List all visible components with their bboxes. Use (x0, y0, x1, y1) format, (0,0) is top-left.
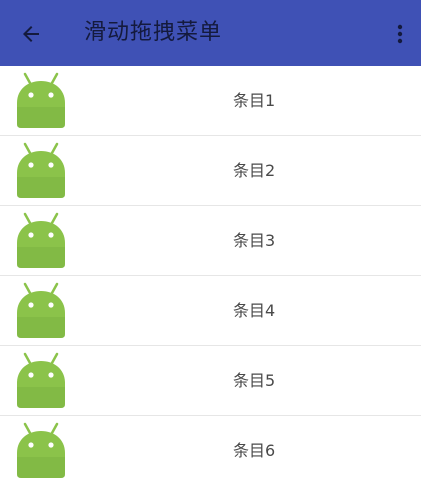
page-title: 滑动拖拽菜单 (84, 20, 223, 45)
list-item[interactable]: 条目2 (0, 136, 421, 206)
list-item[interactable]: 条目5 (0, 346, 421, 416)
list-item-label: 条目2 (233, 161, 276, 180)
more-vert-icon (397, 24, 403, 44)
list-item-label: 条目4 (233, 301, 276, 320)
arrow-back-icon (23, 26, 39, 42)
android-robot-icon (17, 282, 65, 338)
list-item[interactable]: 条目1 (0, 66, 421, 136)
android-robot-icon (17, 352, 65, 408)
list-item-label: 条目1 (233, 91, 276, 110)
android-robot-icon (17, 72, 65, 128)
list-item[interactable]: 条目4 (0, 276, 421, 346)
list-item[interactable]: 条目6 (0, 416, 421, 478)
android-robot-icon (17, 422, 65, 478)
android-robot-icon (17, 142, 65, 198)
android-robot-icon (17, 212, 65, 268)
app-bar: 滑动拖拽菜单 (0, 0, 421, 66)
overflow-menu-button[interactable] (385, 17, 415, 51)
draggable-list: 条目1 条目2 条目3 条目4 条目5 条目6 (0, 66, 421, 478)
list-item-label: 条目3 (233, 231, 276, 250)
back-button[interactable] (14, 17, 48, 51)
list-item-label: 条目6 (233, 441, 276, 460)
list-item-label: 条目5 (233, 371, 276, 390)
list-item[interactable]: 条目3 (0, 206, 421, 276)
